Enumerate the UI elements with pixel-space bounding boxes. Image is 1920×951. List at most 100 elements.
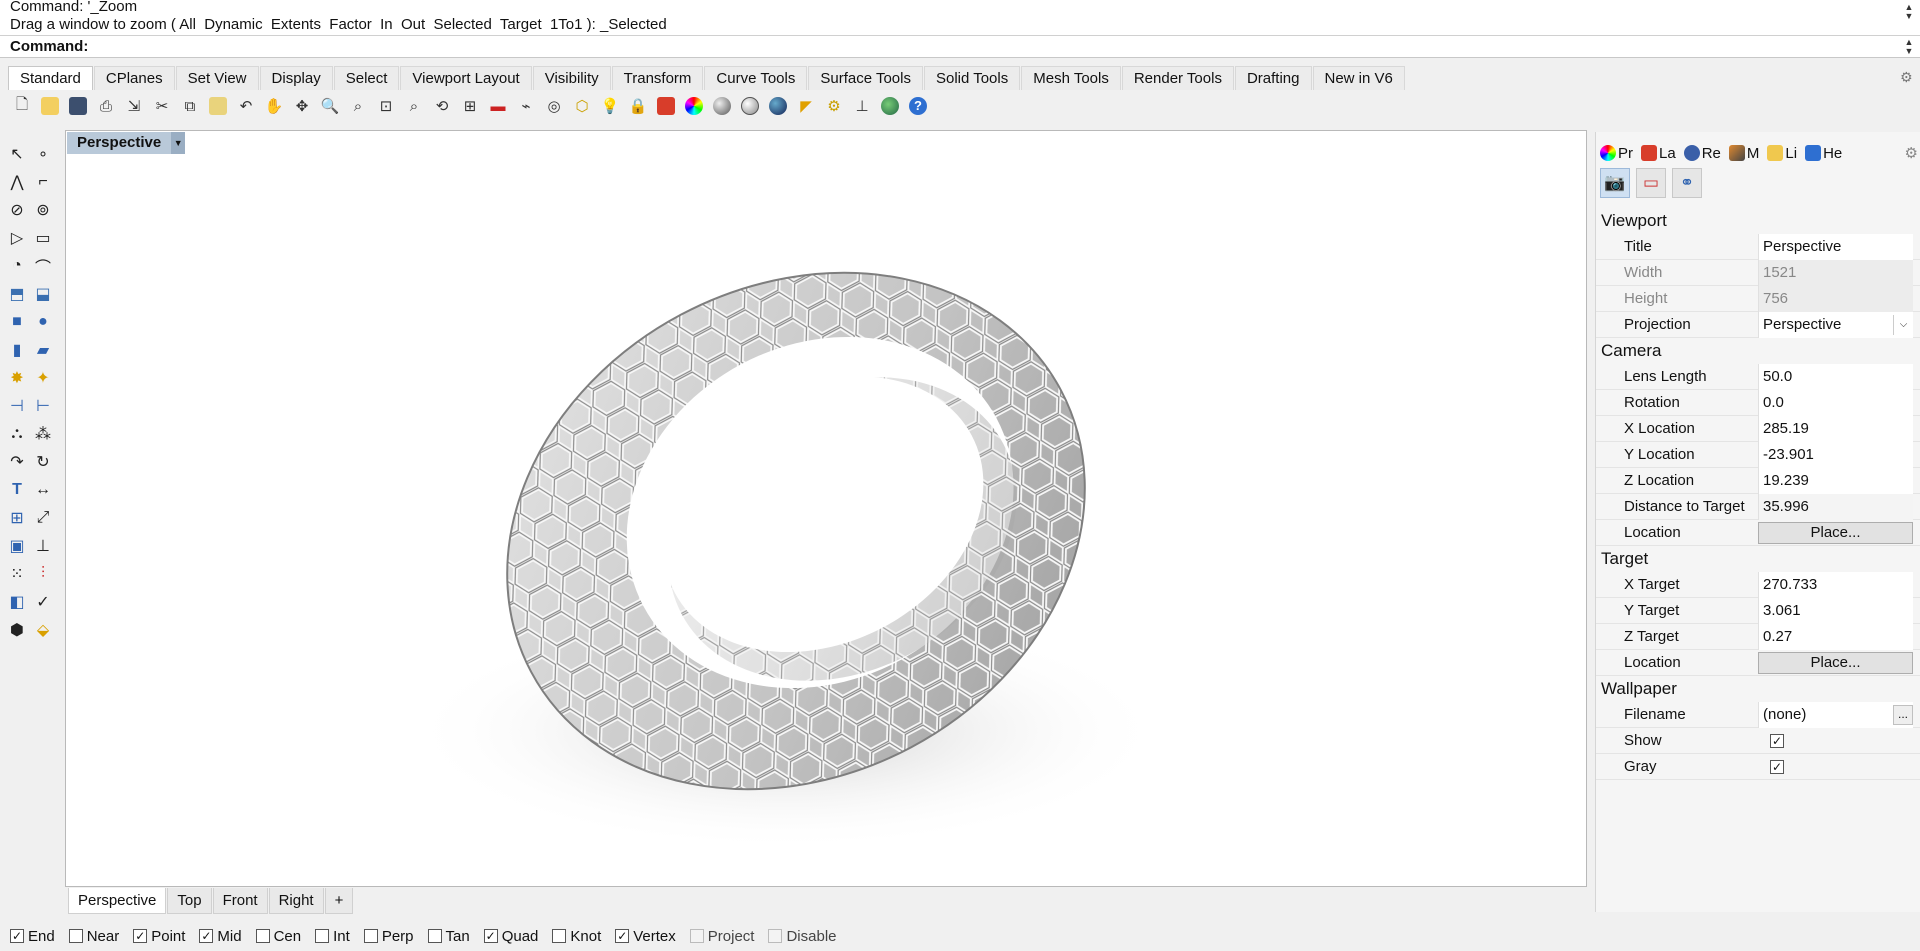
spotlight-icon[interactable]: ◤ <box>794 94 818 118</box>
x-target-field[interactable]: 270.733 <box>1758 572 1913 598</box>
open-folder-icon[interactable] <box>38 94 62 118</box>
tab-select[interactable]: Select <box>333 66 400 90</box>
explode-icon[interactable]: ✸ <box>4 365 30 391</box>
viewport-tab-front[interactable]: Front <box>212 888 268 914</box>
history-scrollbar[interactable]: ▲ ▼ <box>1902 3 1916 21</box>
move-icon[interactable]: ↷ <box>4 449 30 475</box>
tab-solid-tools[interactable]: Solid Tools <box>923 66 1021 90</box>
z-location-field[interactable]: 19.239 <box>1758 468 1913 494</box>
x-location-field[interactable]: 285.19 <box>1758 416 1913 442</box>
viewport-title-bar[interactable]: Perspective ▼ <box>67 132 186 154</box>
ellipse-icon[interactable]: ⊚ <box>30 197 56 223</box>
import-icon[interactable]: ⇲ <box>122 94 146 118</box>
y-location-field[interactable]: -23.901 <box>1758 442 1913 468</box>
fillet-curve-icon[interactable]: ⌒ <box>30 253 56 279</box>
tab-new-in-v6[interactable]: New in V6 <box>1312 66 1405 90</box>
lock-icon[interactable]: 🔒 <box>626 94 650 118</box>
osnap-icon[interactable]: ◎ <box>542 94 566 118</box>
zoom-selected-icon[interactable]: ⌕ <box>402 94 426 118</box>
viewport-grid-icon[interactable]: ⊞ <box>458 94 482 118</box>
osnap-checkbox[interactable]: ✓ <box>615 929 630 943</box>
paint-bucket-icon[interactable]: ⬙ <box>30 617 56 643</box>
osnap-tan[interactable]: Tan <box>427 928 470 945</box>
show-checkbox[interactable]: ✓ <box>1770 734 1784 748</box>
tab-curve-tools[interactable]: Curve Tools <box>704 66 808 90</box>
material-sphere-icon[interactable] <box>766 94 790 118</box>
copy-icon[interactable]: ⧉ <box>178 94 202 118</box>
viewport-tab-perspective[interactable]: Perspective <box>68 888 167 914</box>
tab-display[interactable]: Display <box>259 66 333 90</box>
trim-icon[interactable]: ⊣ <box>4 393 30 419</box>
viewport-title[interactable]: Perspective <box>67 132 172 154</box>
grid-snap-icon[interactable]: ⊥ <box>30 533 56 559</box>
command-line[interactable]: Command: ▲ ▼ <box>0 36 1920 58</box>
undo-view-icon[interactable]: ⟲ <box>430 94 454 118</box>
frame-icon[interactable]: ▭ <box>1636 168 1666 198</box>
osnap-int[interactable]: Int <box>315 928 350 945</box>
tab-set-view[interactable]: Set View <box>175 66 259 90</box>
osnap-checkbox[interactable] <box>768 929 783 943</box>
select-points-icon[interactable]: ⬡ <box>570 94 594 118</box>
chevron-down-icon[interactable]: ▼ <box>171 132 186 154</box>
osnap-checkbox[interactable]: ✓ <box>133 929 148 943</box>
camera-place-button[interactable]: Place... <box>1758 522 1913 544</box>
osnap-mid[interactable]: ✓ Mid <box>199 928 242 945</box>
filename-field[interactable]: (none) <box>1758 702 1913 728</box>
dimension-icon[interactable]: ⊥ <box>850 94 874 118</box>
tab-visibility[interactable]: Visibility <box>532 66 611 90</box>
boolean-union-icon[interactable]: ● <box>30 309 56 335</box>
zoom-window-icon[interactable]: ⌕ <box>346 94 370 118</box>
osnap-checkbox[interactable] <box>315 929 330 943</box>
solid-box-icon[interactable]: ▣ <box>4 533 30 559</box>
help-icon[interactable]: ? <box>906 94 930 118</box>
panel-tab-libraries[interactable]: Li <box>1767 145 1797 162</box>
polyline-icon[interactable]: ⋀ <box>4 169 30 195</box>
osnap-perp[interactable]: Perp <box>363 928 414 945</box>
render-icon[interactable]: ⬢ <box>4 617 30 643</box>
title-field[interactable]: Perspective <box>1758 234 1913 260</box>
projection-select[interactable]: Perspective <box>1758 312 1913 338</box>
osnap-checkbox[interactable]: ✓ <box>483 929 498 943</box>
browse-button[interactable]: ... <box>1893 705 1913 725</box>
cut-icon[interactable]: ✂ <box>150 94 174 118</box>
rotate-icon[interactable]: ↻ <box>30 449 56 475</box>
save-icon[interactable] <box>66 94 90 118</box>
arc-icon[interactable]: ◔ <box>4 253 30 279</box>
osnap-checkbox[interactable] <box>689 929 704 943</box>
group-icon[interactable]: ⁂ <box>30 421 56 447</box>
perspective-viewport[interactable]: Perspective ▼ <box>65 130 1587 887</box>
chevron-down-icon[interactable]: ⌵ <box>1893 315 1913 335</box>
osnap-quad[interactable]: ✓ Quad <box>483 928 538 945</box>
tab-render-tools[interactable]: Render Tools <box>1121 66 1234 90</box>
named-cplane-icon[interactable]: ⌁ <box>514 94 538 118</box>
history-icon[interactable]: ⫶ <box>30 561 56 587</box>
tab-drafting[interactable]: Drafting <box>1234 66 1312 90</box>
viewport-tab-right[interactable]: Right <box>268 888 324 914</box>
undo-icon[interactable]: ↶ <box>234 94 258 118</box>
panel-tab-help[interactable]: He <box>1805 145 1842 162</box>
tab-surface-tools[interactable]: Surface Tools <box>808 66 923 90</box>
print-icon[interactable]: ⎙ <box>94 94 118 118</box>
osnap-checkbox[interactable]: ✓ <box>10 929 24 943</box>
check-icon[interactable]: ✓ <box>30 589 56 615</box>
tab-transform[interactable]: Transform <box>611 66 704 90</box>
spark-icon[interactable]: ✦ <box>30 365 56 391</box>
tab-viewport-layout[interactable]: Viewport Layout <box>400 66 532 90</box>
panel-tab-render[interactable]: Re <box>1683 145 1721 162</box>
osnap-checkbox[interactable] <box>363 929 378 943</box>
settings-gears-icon[interactable]: ⚙ <box>822 94 846 118</box>
osnap-vertex[interactable]: ✓ Vertex <box>615 928 676 945</box>
text-icon[interactable]: T <box>4 477 30 503</box>
osnap-checkbox[interactable] <box>255 929 270 943</box>
osnap-checkbox[interactable]: ✓ <box>199 929 214 943</box>
add-viewport-tab-button[interactable]: + <box>324 888 354 914</box>
viewport-tab-top[interactable]: Top <box>167 888 212 914</box>
extrude-surface-icon[interactable]: ⬓ <box>30 281 56 307</box>
rendered-sphere-icon[interactable] <box>738 94 762 118</box>
osnap-end[interactable]: ✓ End <box>10 928 55 945</box>
osnap-point[interactable]: ✓ Point <box>133 928 185 945</box>
osnap-disable[interactable]: Disable <box>768 928 837 945</box>
osnap-cen[interactable]: Cen <box>255 928 301 945</box>
gear-icon[interactable]: ⚙ <box>1900 70 1914 84</box>
points-grid-icon[interactable]: ⁙ <box>4 561 30 587</box>
